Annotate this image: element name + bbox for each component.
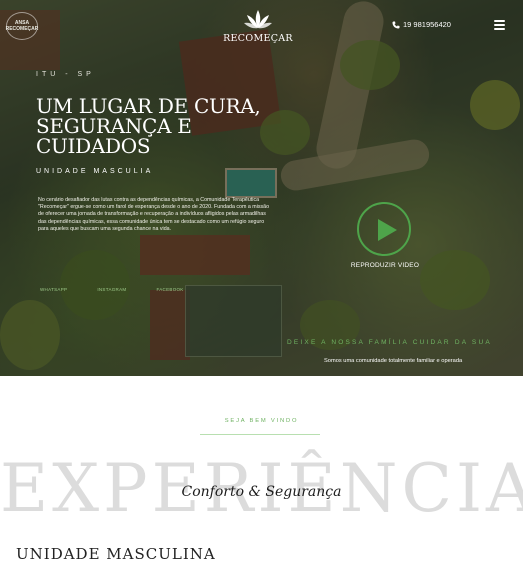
play-icon bbox=[378, 219, 397, 241]
hero-tagline-sub: Somos uma comunidade totalmente familiar… bbox=[324, 358, 463, 364]
hero-section: ANSA RECOMEÇAR RECOMEÇAR 19 981956420 IT… bbox=[0, 0, 523, 376]
brand-name: RECOMEÇAR bbox=[223, 33, 293, 44]
welcome-divider bbox=[200, 434, 320, 435]
social-links: WHATSAPP INSTAGRAM FACEBOOK bbox=[40, 287, 184, 292]
partner-logo[interactable]: ANSA RECOMEÇAR bbox=[6, 12, 38, 40]
instagram-link[interactable]: INSTAGRAM bbox=[97, 287, 126, 292]
location-label: ITU - SP bbox=[36, 71, 95, 78]
hero-description: No cenário desafiador das lutas contra a… bbox=[38, 197, 270, 232]
hero-overlay bbox=[0, 0, 523, 376]
lotus-icon bbox=[244, 10, 272, 29]
play-video-label[interactable]: REPRODUZIR VIDEO bbox=[330, 262, 440, 269]
partner-logo-text: ANSA RECOMEÇAR bbox=[5, 20, 39, 32]
next-section-heading: UNIDADE MASCULINA bbox=[16, 545, 216, 563]
phone-icon bbox=[392, 21, 400, 28]
hero-tagline: DEIXE A NOSSA FAMÍLIA CUIDAR DA SUA bbox=[287, 339, 492, 346]
hamburger-menu-icon[interactable] bbox=[494, 20, 505, 30]
unit-label: UNIDADE MASCULIA bbox=[36, 168, 154, 175]
brand-logo[interactable]: RECOMEÇAR bbox=[220, 8, 296, 44]
section-title: Conforto & Segurança bbox=[181, 484, 342, 500]
phone-link[interactable]: 19 981956420 bbox=[392, 20, 451, 29]
hero-headline: UM LUGAR DE CURA, SEGURANÇA E CUIDADOS bbox=[36, 94, 261, 158]
welcome-eyebrow: SEJA BEM VINDO bbox=[224, 418, 299, 424]
facebook-link[interactable]: FACEBOOK bbox=[156, 287, 183, 292]
phone-number: 19 981956420 bbox=[403, 20, 451, 29]
whatsapp-link[interactable]: WHATSAPP bbox=[40, 287, 67, 292]
play-video-button[interactable] bbox=[357, 202, 411, 256]
